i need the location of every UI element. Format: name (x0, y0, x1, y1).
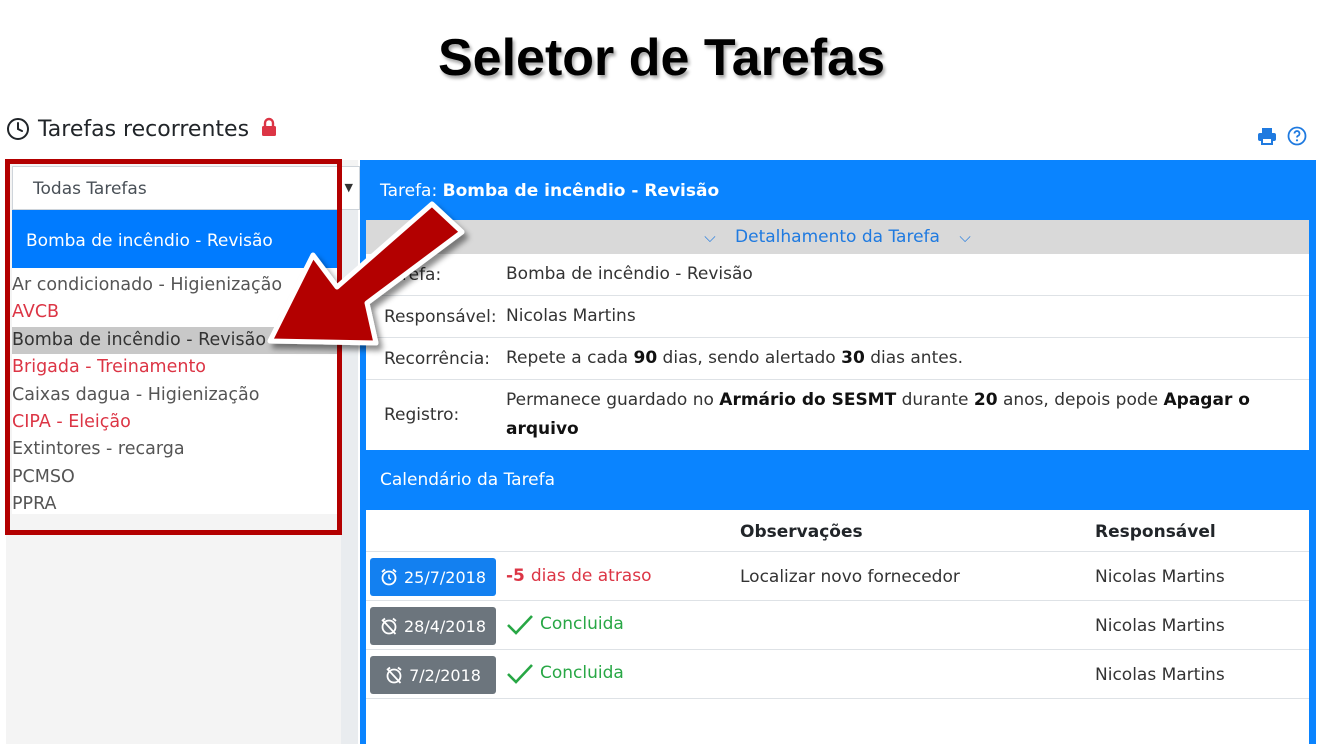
task-header: Tarefa: Bomba de incêndio - Revisão (380, 181, 719, 201)
detail-label: Registro: (384, 405, 460, 425)
task-header-name: Bomba de incêndio - Revisão (442, 181, 720, 201)
table-row: 28/4/2018 Concluida Nicolas Martins (366, 601, 1309, 650)
header-tools (1257, 126, 1307, 146)
table-header-row: Observações Responsável (366, 510, 1309, 552)
caret-down-icon[interactable]: ▼ (345, 181, 353, 194)
task-detail-panel: Tarefa: Bomba de incêndio - Revisão ⌵ De… (360, 160, 1316, 744)
calendar-card: Observações Responsável 25/7/2018 -5 dia… (366, 510, 1309, 744)
scrollbar-track[interactable] (341, 210, 358, 744)
calendar-table: Observações Responsável 25/7/2018 -5 dia… (366, 510, 1309, 699)
detail-value: Bomba de incêndio - Revisão (506, 264, 753, 284)
detail-label: Tarefa: (384, 264, 442, 285)
calendar-header: Calendário da Tarefa (380, 470, 556, 490)
page-header: Tarefas recorrentes (6, 114, 277, 144)
check-icon (507, 615, 533, 635)
responsible-cell: Nicolas Martins (1095, 665, 1225, 685)
column-header-observations: Observações (740, 522, 863, 542)
chevron-down-icon: ⌵ (704, 228, 716, 246)
table-row: 25/7/2018 -5 dias de atraso Localizar no… (366, 552, 1309, 601)
annotation-frame (5, 159, 342, 535)
alarm-clock-icon (381, 568, 397, 586)
date-label: 28/4/2018 (403, 616, 487, 636)
detail-toggle-label: Detalhamento da Tarefa (735, 227, 940, 247)
column-header-responsible: Responsável (1095, 522, 1216, 542)
status-done: Concluida (506, 613, 624, 635)
date-button[interactable]: 7/2/2018 (370, 656, 496, 694)
detail-label: Responsável: (384, 306, 497, 327)
date-button[interactable]: 25/7/2018 (370, 558, 496, 596)
status-overdue: -5 dias de atraso (506, 566, 652, 586)
print-icon[interactable] (1257, 127, 1277, 145)
date-label: 25/7/2018 (403, 567, 487, 587)
date-label: 7/2/2018 (409, 665, 481, 685)
alarm-off-icon (381, 617, 397, 635)
date-button[interactable]: 28/4/2018 (370, 607, 496, 645)
table-row: 7/2/2018 Concluida Nicolas Martins (366, 650, 1309, 699)
status-done: Concluida (506, 662, 624, 684)
chevron-down-icon: ⌵ (959, 228, 971, 246)
detail-value: Permanece guardado no Armário do SESMT d… (506, 390, 1250, 439)
detail-label: Recorrência: (384, 348, 491, 369)
clock-icon (7, 118, 29, 140)
detail-row-registry: Registro: Permanece guardado no Armário … (366, 379, 1309, 450)
check-icon (507, 664, 533, 684)
page-title: Tarefas recorrentes (38, 116, 250, 142)
observation-cell: Localizar novo fornecedor (740, 567, 960, 587)
detail-value: Repete a cada 90 dias, sendo alertado 30… (506, 348, 963, 368)
alarm-off-icon (386, 666, 402, 684)
help-icon[interactable] (1287, 126, 1307, 146)
responsible-cell: Nicolas Martins (1095, 616, 1225, 636)
detail-row-task: Tarefa: Bomba de incêndio - Revisão (366, 254, 1309, 295)
detail-value: Nicolas Martins (506, 306, 636, 326)
detail-row-responsible: Responsável: Nicolas Martins (366, 295, 1309, 337)
lock-icon (262, 117, 277, 136)
detail-row-recurrence: Recorrência: Repete a cada 90 dias, send… (366, 337, 1309, 379)
task-detail-card: ⌵ Detalhamento da Tarefa ⌵ Tarefa: Bomba… (366, 220, 1309, 450)
slide-title: Seletor de Tarefas (437, 29, 885, 87)
responsible-cell: Nicolas Martins (1095, 567, 1225, 587)
detail-toggle[interactable]: ⌵ Detalhamento da Tarefa ⌵ (366, 220, 1309, 254)
task-header-label: Tarefa: (380, 181, 438, 201)
